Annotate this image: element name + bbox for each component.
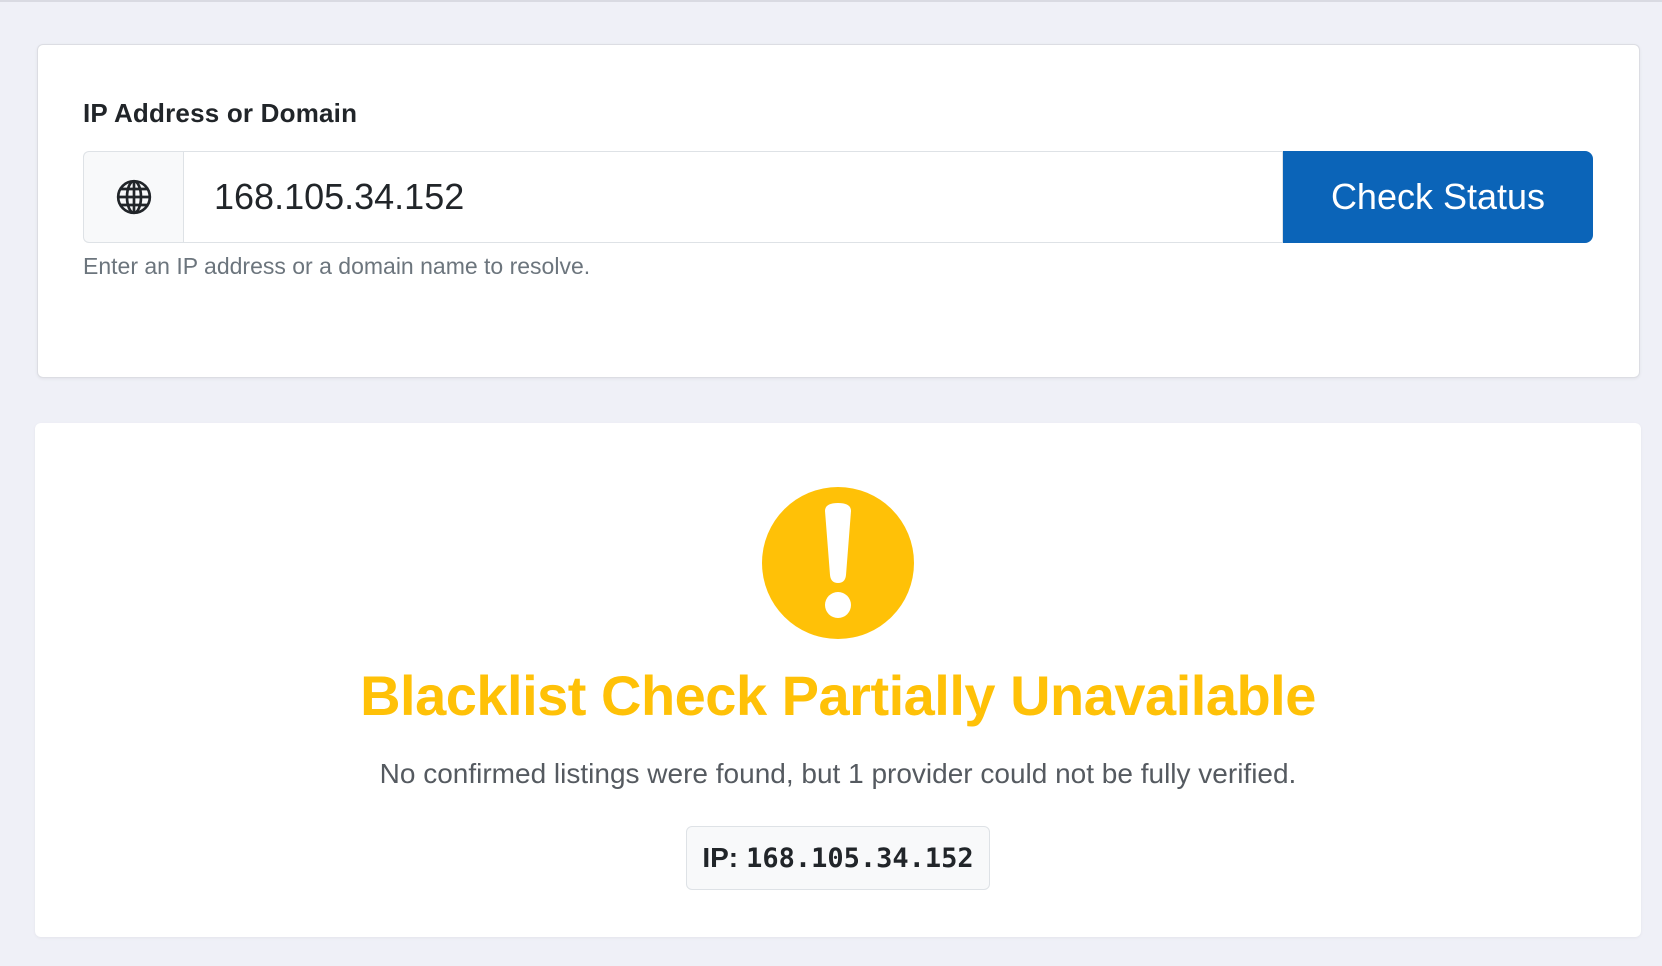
ip-badge-label: IP: bbox=[702, 842, 739, 873]
top-divider bbox=[0, 0, 1662, 2]
field-label: IP Address or Domain bbox=[83, 98, 358, 128]
result-description: No confirmed listings were found, but 1 … bbox=[379, 758, 1297, 789]
globe-icon bbox=[116, 179, 151, 215]
ip-domain-input[interactable] bbox=[183, 151, 1283, 243]
exclamation-icon bbox=[825, 503, 851, 618]
input-prefix bbox=[83, 151, 183, 243]
ip-badge: IP: 168.105.34.152 bbox=[686, 826, 990, 890]
ip-input-group: Check Status bbox=[83, 151, 1593, 243]
ip-badge-value: 168.105.34.152 bbox=[746, 842, 974, 874]
check-status-button[interactable]: Check Status bbox=[1283, 151, 1593, 243]
lookup-form-card: IP Address or Domain Check Status Enter … bbox=[37, 44, 1640, 378]
result-card: Blacklist Check Partially Unavailable No… bbox=[35, 423, 1641, 937]
input-help-text: Enter an IP address or a domain name to … bbox=[83, 253, 591, 279]
warning-status-badge bbox=[762, 487, 914, 639]
result-title: Blacklist Check Partially Unavailable bbox=[360, 664, 1316, 727]
